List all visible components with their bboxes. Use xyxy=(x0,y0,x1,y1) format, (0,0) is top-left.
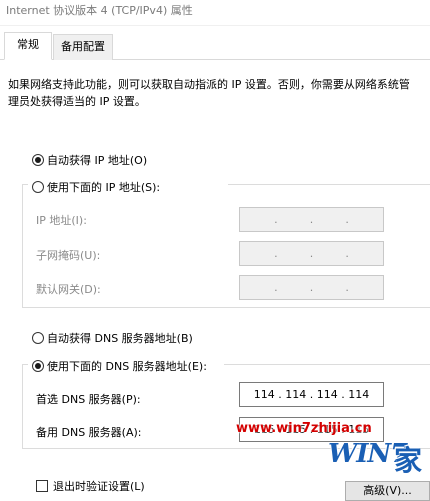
validate-on-exit-label: 退出时验证设置(L) xyxy=(53,480,145,493)
win7-logo: WIN7 家 xyxy=(328,437,430,483)
checkbox-indicator xyxy=(36,480,48,492)
obtain-ip-automatically-label: 自动获得 IP 地址(O) xyxy=(47,154,148,167)
obtain-dns-automatically-label: 自动获得 DNS 服务器地址(B) xyxy=(47,332,193,345)
general-tab-panel: 如果网络支持此功能，则可以获取自动指派的 IP 设置。否则，你需要从网络系统管理… xyxy=(0,60,430,501)
ip-address-label: IP 地址(I): xyxy=(36,214,87,227)
obtain-dns-automatically-radio[interactable]: 自动获得 DNS 服务器地址(B) xyxy=(32,330,193,346)
logo-char: 家 xyxy=(394,444,423,477)
use-following-ip-radio[interactable]: 使用下面的 IP 地址(S): xyxy=(32,179,160,195)
watermark-url: www.win7zhijia.cn xyxy=(236,421,372,436)
subnet-mask-input[interactable]: ... xyxy=(239,241,384,266)
default-gateway-input[interactable]: ... xyxy=(239,275,384,300)
obtain-ip-automatically-radio[interactable]: 自动获得 IP 地址(O) xyxy=(32,152,147,168)
radio-indicator xyxy=(32,181,44,193)
use-following-dns-radio[interactable]: 使用下面的 DNS 服务器地址(E): xyxy=(32,358,207,374)
site-watermark: www.win7zhijia.cn WIN7 家 xyxy=(232,421,430,501)
preferred-dns-input[interactable]: 114 . 114 . 114 . 114 xyxy=(239,382,384,407)
subnet-mask-label: 子网掩码(U): xyxy=(36,249,101,262)
validate-on-exit-checkbox[interactable]: 退出时验证设置(L) xyxy=(36,478,145,494)
radio-indicator xyxy=(32,154,44,166)
preferred-dns-label: 首选 DNS 服务器(P): xyxy=(36,393,141,406)
tab-general[interactable]: 常规 xyxy=(4,32,52,60)
ip-address-input[interactable]: ... xyxy=(239,207,384,232)
use-following-ip-label: 使用下面的 IP 地址(S): xyxy=(47,181,161,194)
default-gateway-label: 默认网关(D): xyxy=(36,283,101,296)
title-bar: Internet 协议版本 4 (TCP/IPv4) 属性 xyxy=(0,0,430,26)
alternate-dns-label: 备用 DNS 服务器(A): xyxy=(36,426,142,439)
description-text: 如果网络支持此功能，则可以获取自动指派的 IP 设置。否则，你需要从网络系统管理… xyxy=(8,78,410,108)
tab-alternate-configuration[interactable]: 备用配置 xyxy=(53,34,113,60)
use-following-dns-label: 使用下面的 DNS 服务器地址(E): xyxy=(47,360,207,373)
window-title: Internet 协议版本 4 (TCP/IPv4) 属性 xyxy=(6,4,193,17)
tcpip-properties-dialog: Internet 协议版本 4 (TCP/IPv4) 属性 常规 备用配置 如果… xyxy=(0,0,430,501)
radio-indicator xyxy=(32,332,44,344)
radio-indicator xyxy=(32,360,44,372)
